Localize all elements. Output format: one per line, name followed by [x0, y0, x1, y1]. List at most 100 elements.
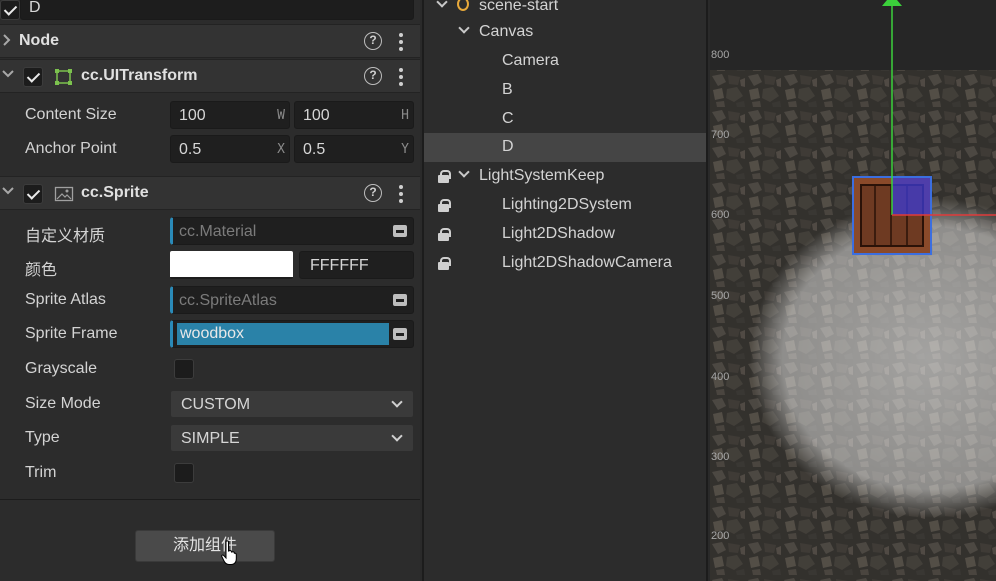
lock-icon[interactable] — [438, 257, 451, 270]
tree-item-label: Light2DShadow — [502, 225, 615, 242]
anchor-x-input[interactable]: 0.5 X — [170, 135, 290, 163]
content-size-width-input[interactable]: 100 W — [170, 101, 290, 129]
type-value: SIMPLE — [181, 430, 240, 447]
anchor-point-label: Anchor Point — [25, 140, 117, 157]
asset-picker-icon[interactable] — [393, 328, 407, 340]
size-mode-select[interactable]: CUSTOM — [170, 390, 414, 418]
more-menu-icon[interactable] — [399, 185, 405, 203]
ruler-label: 500 — [711, 290, 730, 302]
custom-material-field[interactable]: cc.Material — [170, 217, 414, 245]
sprite-title: cc.Sprite — [81, 184, 149, 201]
tree-item-label: B — [502, 81, 513, 98]
node-active-checkbox[interactable] — [0, 0, 20, 20]
scene-canvas[interactable] — [710, 0, 996, 581]
tree-item-light2dshadow[interactable]: Light2DShadow — [424, 220, 706, 249]
ruler-label: 400 — [711, 371, 730, 383]
sprite-enabled-checkbox[interactable] — [23, 184, 43, 204]
custom-material-label: 自定义材质 — [25, 228, 106, 245]
size-mode-label: Size Mode — [25, 395, 101, 412]
tree-item-c[interactable]: C — [424, 105, 706, 134]
type-select[interactable]: SIMPLE — [170, 424, 414, 452]
tree-item-d[interactable]: D — [424, 133, 706, 162]
sprite-frame-field[interactable]: woodbox — [170, 320, 414, 348]
tree-item-label: Canvas — [479, 23, 534, 40]
asset-picker-icon[interactable] — [393, 294, 407, 306]
tree-item-label: Lighting2DSystem — [502, 196, 632, 213]
ruler-label: 200 — [711, 530, 730, 542]
tree-item-lighting2dsystem[interactable]: Lighting2DSystem — [424, 191, 706, 220]
divider — [0, 499, 420, 500]
ruler-label: 600 — [711, 209, 730, 221]
color-label: 颜色 — [25, 262, 58, 279]
trim-checkbox[interactable] — [174, 463, 194, 483]
asset-picker-icon[interactable] — [393, 225, 407, 237]
x-suffix: X — [277, 142, 285, 157]
ruler-label: 800 — [711, 49, 730, 61]
anchor-x-value: 0.5 — [179, 141, 202, 158]
size-mode-value: CUSTOM — [181, 396, 251, 413]
tree-item-camera[interactable]: Camera — [424, 47, 706, 76]
sprite-atlas-field[interactable]: cc.SpriteAtlas — [170, 286, 414, 314]
grayscale-label: Grayscale — [25, 360, 98, 377]
help-icon[interactable]: ? — [364, 32, 382, 50]
node-name-row: D — [0, 0, 420, 22]
node-name-input[interactable]: D — [20, 0, 414, 20]
tree-item-label: C — [502, 110, 514, 127]
tree-item-canvas[interactable]: Canvas — [424, 18, 706, 47]
node-name-value: D — [29, 0, 41, 16]
tree-item-b[interactable]: B — [424, 76, 706, 105]
chevron-down-icon — [391, 396, 403, 408]
sprite-atlas-value: cc.SpriteAtlas — [179, 292, 277, 309]
help-icon[interactable]: ? — [364, 184, 382, 202]
hierarchy-panel: scene-start Canvas Camera B C D LightSys… — [422, 0, 708, 581]
ruler-label: 700 — [711, 129, 730, 141]
tree-item-label: Light2DShadowCamera — [502, 254, 672, 271]
chevron-down-icon[interactable] — [436, 0, 448, 8]
chevron-down-icon[interactable] — [458, 166, 470, 178]
more-menu-icon[interactable] — [399, 68, 405, 86]
uitransform-enabled-checkbox[interactable] — [23, 67, 43, 87]
lock-icon[interactable] — [438, 170, 451, 183]
content-size-height-input[interactable]: 100 H — [294, 101, 414, 129]
content-size-width-value: 100 — [179, 107, 206, 124]
more-menu-icon[interactable] — [399, 33, 405, 51]
type-label: Type — [25, 429, 60, 446]
help-icon[interactable]: ? — [364, 67, 382, 85]
color-hex-value: FFFFFF — [310, 257, 369, 274]
chevron-down-icon[interactable] — [2, 185, 14, 201]
sprite-image-icon — [54, 185, 74, 203]
color-swatch[interactable] — [170, 251, 293, 279]
chevron-down-icon — [391, 430, 403, 442]
node-section-header[interactable]: Node ? — [0, 24, 420, 58]
tree-item-label: Camera — [502, 52, 559, 69]
lock-icon[interactable] — [438, 199, 451, 212]
chevron-right-icon[interactable] — [2, 33, 14, 49]
content-size-label: Content Size — [25, 106, 117, 123]
tree-item-light2dshadowcamera[interactable]: Light2DShadowCamera — [424, 249, 706, 278]
uitransform-title: cc.UITransform — [81, 67, 198, 84]
trim-label: Trim — [25, 464, 57, 481]
anchor-y-value: 0.5 — [303, 141, 326, 158]
hand-cursor-icon — [221, 540, 237, 565]
y-suffix: Y — [401, 142, 409, 157]
chevron-down-icon[interactable] — [458, 22, 470, 34]
sprite-section-header[interactable]: cc.Sprite ? — [0, 176, 420, 210]
scene-icon — [457, 0, 469, 11]
tree-item-label: scene-start — [479, 0, 559, 14]
anchor-y-input[interactable]: 0.5 Y — [294, 135, 414, 163]
uitransform-section-header[interactable]: cc.UITransform ? — [0, 59, 420, 93]
custom-material-value: cc.Material — [179, 223, 257, 240]
scene-view[interactable]: 800 700 600 500 400 300 200 — [710, 0, 996, 581]
lock-icon[interactable] — [438, 228, 451, 241]
chevron-down-icon[interactable] — [2, 68, 14, 84]
content-size-height-value: 100 — [303, 107, 330, 124]
color-hex-input[interactable]: FFFFFF — [299, 251, 414, 279]
tree-item-lightsystemkeep[interactable]: LightSystemKeep — [424, 162, 706, 191]
add-component-button[interactable]: 添加组件 — [135, 530, 275, 562]
tree-item-label: LightSystemKeep — [479, 167, 605, 184]
grayscale-checkbox[interactable] — [174, 359, 194, 379]
sprite-frame-label: Sprite Frame — [25, 325, 118, 342]
ruler-label: 300 — [711, 451, 730, 463]
inspector-panel: D Node ? cc.UITransform ? Content Size 1… — [0, 0, 420, 581]
tree-item-label: D — [502, 138, 514, 155]
